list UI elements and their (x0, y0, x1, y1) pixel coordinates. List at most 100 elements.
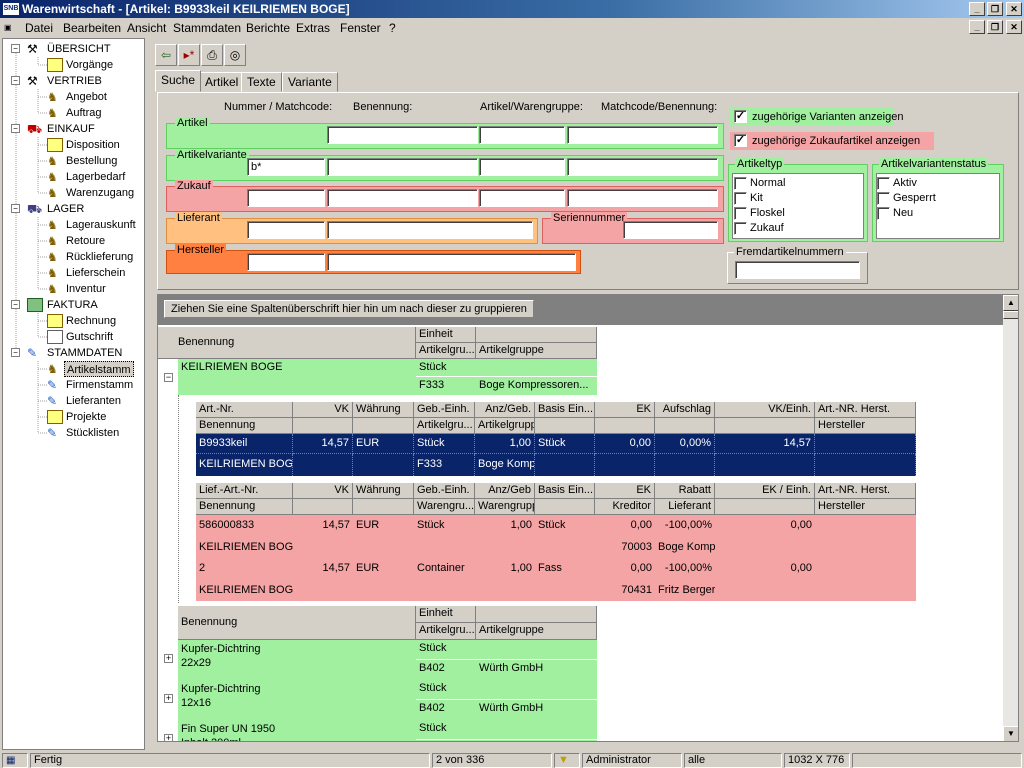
filter-icon[interactable]: ▼ (554, 753, 580, 768)
supplier-row1-a-c8[interactable]: 0,00 (715, 558, 815, 580)
supplier-header2-c3[interactable]: Warengru... (414, 499, 475, 515)
variant-row1-c3[interactable]: Stück (414, 434, 475, 454)
menu-datei[interactable]: Datei (25, 21, 53, 35)
minimize-button[interactable]: _ (969, 2, 985, 16)
other-row1-gruppe[interactable]: Würth GmbH (476, 700, 597, 720)
tab-artikel[interactable]: Artikel (199, 72, 245, 92)
mdi-close-button[interactable]: ✕ (1006, 20, 1022, 34)
artikel-matchcode-input[interactable] (567, 126, 718, 144)
new-record-icon[interactable]: ▸* (178, 44, 200, 66)
other-row2-gruppe[interactable] (476, 740, 597, 741)
nav-item-vorgaenge[interactable]: Vorgänge (66, 57, 113, 73)
supplier-row0-a-c2[interactable]: EUR (353, 515, 414, 537)
varianten-checkbox[interactable]: ✓ (734, 110, 747, 123)
mdi-restore-button[interactable]: ❐ (987, 20, 1003, 34)
menu-extras[interactable]: Extras (296, 21, 330, 35)
supplier-row0-b-c9[interactable] (815, 537, 916, 558)
supplier-row0-b-c3[interactable] (414, 537, 475, 558)
artikelvariante-nummer-input[interactable]: b* (247, 158, 325, 176)
other-row0-einheit[interactable]: Stück (416, 640, 476, 660)
maximize-button[interactable]: ❐ (987, 2, 1003, 16)
expand-row-toggle[interactable]: + (164, 734, 173, 741)
zukauf-warengruppe-input[interactable] (479, 189, 565, 207)
other-row2-name[interactable]: Fin Super UN 1950Inhalt 200ml (178, 720, 416, 741)
variant-header1-c6[interactable]: EK (595, 402, 655, 418)
supplier-header2-c4[interactable]: Warengruppe (475, 499, 535, 515)
supplier-row0-b-c1[interactable] (293, 537, 353, 558)
variant-row2-c3[interactable]: F333 (414, 454, 475, 476)
supplier-header1-c4[interactable]: Anz/Geb (475, 483, 535, 499)
variant-header2-c2[interactable] (353, 418, 414, 434)
artikeltyp-floskel-checkbox[interactable] (734, 207, 747, 220)
supplier-row0-a-c9[interactable] (815, 515, 916, 537)
variant-row1-c8[interactable]: 14,57 (715, 434, 815, 454)
supplier-header1-c2[interactable]: Währung (353, 483, 414, 499)
menu-ansicht[interactable]: Ansicht (127, 21, 166, 35)
other-row2-einheit[interactable]: Stück (416, 720, 476, 740)
collapse-faktura-toggle[interactable]: − (11, 300, 20, 309)
tab-texte[interactable]: Texte (241, 72, 282, 92)
other-row1-einheit[interactable]: Stück (416, 680, 476, 700)
nav-item-artikelstamm[interactable]: Artikelstamm (64, 361, 134, 377)
supplier-header2-c1[interactable] (293, 499, 353, 515)
artikel-benennung-input[interactable] (327, 126, 478, 144)
variant-header1-c7[interactable]: Aufschlag (655, 402, 715, 418)
variant-header1-c5[interactable]: Basis Ein... (535, 402, 595, 418)
hersteller-nummer-input[interactable] (247, 253, 325, 271)
variant-row1-c6[interactable]: 0,00 (595, 434, 655, 454)
variant-row2-c2[interactable] (353, 454, 414, 476)
variant-header2-c1[interactable] (293, 418, 353, 434)
nav-item-auftrag[interactable]: Auftrag (66, 105, 101, 121)
artikeltyp-zukauf-checkbox[interactable] (734, 222, 747, 235)
supplier-row0-b-c4[interactable] (475, 537, 535, 558)
expand-row-toggle[interactable]: + (164, 694, 173, 703)
variant-header1-c2[interactable]: Währung (353, 402, 414, 418)
variant-row1-c9[interactable] (815, 434, 916, 454)
header-artikelgruppe[interactable]: Artikelgruppe (476, 343, 597, 359)
zukauf-benennung-input[interactable] (327, 189, 478, 207)
nav-item-lieferanten[interactable]: Lieferanten (66, 393, 121, 409)
supplier-header1-c6[interactable]: EK (595, 483, 655, 499)
supplier-header1-c0[interactable]: Lief.-Art.-Nr. (196, 483, 293, 499)
variant-header2-c9[interactable]: Hersteller (815, 418, 916, 434)
nav-item-projekte[interactable]: Projekte (66, 409, 106, 425)
supplier-row0-a-c4[interactable]: 1,00 (475, 515, 535, 537)
nav-item-lagerbedarf[interactable]: Lagerbedarf (66, 169, 125, 185)
menu-bearbeiten[interactable]: Bearbeiten (63, 21, 121, 35)
nav-section-einkauf[interactable]: EINKAUF (47, 121, 95, 137)
tab-variante[interactable]: Variante (282, 72, 338, 92)
nav-item-ruecklieferung[interactable]: Rücklieferung (66, 249, 133, 265)
zukauf-matchcode-input[interactable] (567, 189, 718, 207)
nav-item-inventur[interactable]: Inventur (66, 281, 106, 297)
supplier-header1-c9[interactable]: Art.-NR. Herst. (815, 483, 916, 499)
header-artikelgru[interactable]: Artikelgru... (416, 343, 476, 359)
exit-icon[interactable]: ⇦ (155, 44, 177, 66)
supplier-row1-b-c3[interactable] (414, 580, 475, 601)
supplier-header2-c5[interactable] (535, 499, 595, 515)
nav-item-bestellung[interactable]: Bestellung (66, 153, 117, 169)
supplier-header2-c0[interactable]: Benennung (196, 499, 293, 515)
close-button[interactable]: ✕ (1006, 2, 1022, 16)
menu-fenster[interactable]: Fenster (340, 21, 381, 35)
collapse-stammdaten-toggle[interactable]: − (11, 348, 20, 357)
supplier-header1-c5[interactable]: Basis Ein... (535, 483, 595, 499)
variant-row2-c4[interactable]: Boge Kompressoren... (475, 454, 535, 476)
nav-section-vertrieb[interactable]: VERTRIEB (47, 73, 102, 89)
other-row2-gru[interactable] (416, 740, 476, 741)
variant-row1-c2[interactable]: EUR (353, 434, 414, 454)
header2-artikelgruppe[interactable]: Artikelgruppe (476, 623, 597, 640)
variant-row2-c8[interactable] (715, 454, 815, 476)
supplier-row0-b-c6[interactable]: 70003 (595, 537, 655, 558)
supplier-row1-b-c8[interactable] (715, 580, 815, 601)
supplier-row1-b-c7[interactable]: Fritz Berger GmbH & Co. KG (655, 580, 715, 601)
supplier-row0-a-c1[interactable]: 14,57 (293, 515, 353, 537)
tab-suche[interactable]: Suche (155, 70, 202, 92)
other-row0-name[interactable]: Kupfer-Dichtring 22x29 (178, 640, 416, 680)
lieferant-name-input[interactable] (327, 221, 533, 239)
supplier-row1-b-c5[interactable] (535, 580, 595, 601)
artikelvariante-benennung-input[interactable] (327, 158, 478, 176)
variant-row2-c1[interactable] (293, 454, 353, 476)
variant-header2-c5[interactable] (535, 418, 595, 434)
zukaufartikel-checkbox[interactable]: ✓ (734, 134, 747, 147)
header2-benennung[interactable]: Benennung (178, 606, 416, 640)
